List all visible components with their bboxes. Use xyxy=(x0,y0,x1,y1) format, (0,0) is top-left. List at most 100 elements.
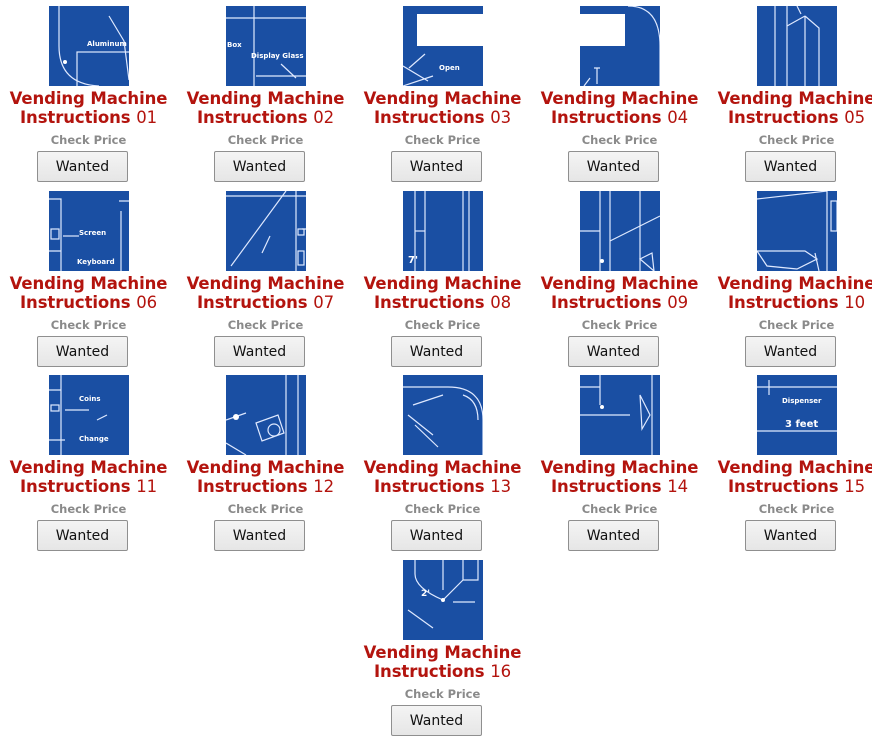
product-title[interactable]: Vending Machine Instructions 10 xyxy=(708,274,872,312)
product-title-line1[interactable]: Vending Machine xyxy=(187,274,345,293)
product-title-line1[interactable]: Vending Machine xyxy=(187,458,345,477)
product-title-line2[interactable]: Instructions 04 xyxy=(551,108,688,127)
wanted-button[interactable]: Wanted xyxy=(214,336,305,367)
product-title[interactable]: Vending Machine Instructions 07 xyxy=(177,274,354,312)
product-title-line2[interactable]: Instructions 13 xyxy=(374,477,511,496)
product-title-line1[interactable]: Vending Machine xyxy=(10,274,168,293)
blueprint-drawing: Box Display Glass xyxy=(226,6,306,86)
wanted-button[interactable]: Wanted xyxy=(568,520,659,551)
wanted-button[interactable]: Wanted xyxy=(37,336,128,367)
wanted-button[interactable]: Wanted xyxy=(37,520,128,551)
wanted-button[interactable]: Wanted xyxy=(745,520,836,551)
product-title-line2[interactable]: Instructions 05 xyxy=(728,108,865,127)
product-title-line2[interactable]: Instructions 11 xyxy=(20,477,157,496)
blueprint-thumbnail[interactable]: Dispenser 3 feet xyxy=(757,375,837,455)
product-title-line2[interactable]: Instructions 12 xyxy=(197,477,334,496)
blueprint-thumbnail[interactable]: Coins Change xyxy=(49,375,129,455)
product-number[interactable]: 10 xyxy=(844,293,865,312)
product-title-line1[interactable]: Vending Machine xyxy=(364,274,522,293)
product-title[interactable]: Vending Machine Instructions 11 xyxy=(0,458,177,496)
product-title[interactable]: Vending Machine Instructions 05 xyxy=(708,89,872,127)
wanted-button[interactable]: Wanted xyxy=(391,520,482,551)
product-number[interactable]: 08 xyxy=(490,293,511,312)
blueprint-thumbnail[interactable]: hine xyxy=(580,6,660,86)
product-number[interactable]: 12 xyxy=(313,477,334,496)
blueprint-thumbnail[interactable] xyxy=(757,191,837,271)
product-title[interactable]: Vending Machine Instructions 04 xyxy=(531,89,708,127)
product-title[interactable]: Vending Machine Instructions 14 xyxy=(531,458,708,496)
product-title-line1[interactable]: Vending Machine xyxy=(10,458,168,477)
product-title-line2[interactable]: Instructions 07 xyxy=(197,293,334,312)
wanted-button[interactable]: Wanted xyxy=(391,705,482,736)
product-title-line2[interactable]: Instructions 10 xyxy=(728,293,865,312)
product-title-line1[interactable]: Vending Machine xyxy=(718,274,872,293)
wanted-button[interactable]: Wanted xyxy=(391,336,482,367)
wanted-button[interactable]: Wanted xyxy=(37,151,128,182)
product-title-line1[interactable]: Vending Machine xyxy=(718,458,872,477)
product-number[interactable]: 07 xyxy=(313,293,334,312)
product-title-line1[interactable]: Vending Machine xyxy=(541,89,699,108)
product-number[interactable]: 06 xyxy=(136,293,157,312)
wanted-button[interactable]: Wanted xyxy=(745,336,836,367)
wanted-button[interactable]: Wanted xyxy=(391,151,482,182)
blueprint-thumbnail[interactable] xyxy=(580,191,660,271)
product-number[interactable]: 05 xyxy=(844,108,865,127)
product-number[interactable]: 16 xyxy=(490,662,511,681)
blueprint-thumbnail[interactable]: Aluminum xyxy=(49,6,129,86)
product-number[interactable]: 14 xyxy=(667,477,688,496)
wanted-button[interactable]: Wanted xyxy=(568,336,659,367)
product-title-line2[interactable]: Instructions 14 xyxy=(551,477,688,496)
product-number[interactable]: 13 xyxy=(490,477,511,496)
product-title-line1[interactable]: Vending Machine xyxy=(541,458,699,477)
check-price-label: Check Price xyxy=(758,133,835,147)
product-number[interactable]: 02 xyxy=(313,108,334,127)
product-title[interactable]: Vending Machine Instructions 12 xyxy=(177,458,354,496)
product-number[interactable]: 03 xyxy=(490,108,511,127)
product-number[interactable]: 09 xyxy=(667,293,688,312)
blueprint-thumbnail[interactable] xyxy=(226,191,306,271)
wanted-button[interactable]: Wanted xyxy=(214,151,305,182)
product-title-line2[interactable]: Instructions 15 xyxy=(728,477,865,496)
product-title-line1[interactable]: Vending Machine xyxy=(541,274,699,293)
blueprint-drawing xyxy=(226,375,299,455)
product-title-line2[interactable]: Instructions 03 xyxy=(374,108,511,127)
product-title[interactable]: Vending Machine Instructions 09 xyxy=(531,274,708,312)
blueprint-thumbnail[interactable]: 2' xyxy=(403,560,483,640)
product-title[interactable]: Vending Machine Instructions 15 xyxy=(708,458,872,496)
product-number[interactable]: 04 xyxy=(667,108,688,127)
product-title-line1[interactable]: Vending Machine xyxy=(187,89,345,108)
product-title-line2[interactable]: Instructions 01 xyxy=(20,108,157,127)
blueprint-thumbnail[interactable] xyxy=(226,375,306,455)
product-title-line1[interactable]: Vending Machine xyxy=(364,89,522,108)
blueprint-thumbnail[interactable]: BLUEPRINT Vending Mach Open xyxy=(403,6,483,86)
blueprint-thumbnail[interactable] xyxy=(757,6,837,86)
product-title[interactable]: Vending Machine Instructions 03 xyxy=(354,89,531,127)
product-number[interactable]: 11 xyxy=(136,477,157,496)
product-title-line1[interactable]: Vending Machine xyxy=(364,643,522,662)
product-number[interactable]: 15 xyxy=(844,477,865,496)
product-title-line1[interactable]: Vending Machine xyxy=(10,89,168,108)
wanted-button[interactable]: Wanted xyxy=(568,151,659,182)
product-title[interactable]: Vending Machine Instructions 02 xyxy=(177,89,354,127)
product-title[interactable]: Vending Machine Instructions 06 xyxy=(0,274,177,312)
product-title[interactable]: Vending Machine Instructions 08 xyxy=(354,274,531,312)
product-title-line2[interactable]: Instructions 02 xyxy=(197,108,334,127)
product-title-line2[interactable]: Instructions 08 xyxy=(374,293,511,312)
blueprint-thumbnail[interactable]: Screen Keyboard xyxy=(49,191,129,271)
blueprint-thumbnail[interactable] xyxy=(580,375,660,455)
product-title-line2[interactable]: Instructions 16 xyxy=(374,662,511,681)
product-title-line1[interactable]: Vending Machine xyxy=(364,458,522,477)
wanted-button[interactable]: Wanted xyxy=(745,151,836,182)
product-title[interactable]: Vending Machine Instructions 13 xyxy=(354,458,531,496)
blueprint-thumbnail[interactable]: Box Display Glass xyxy=(226,6,306,86)
product-title[interactable]: Vending Machine Instructions 16 xyxy=(354,643,531,681)
wanted-button[interactable]: Wanted xyxy=(214,520,305,551)
product-number[interactable]: 01 xyxy=(136,108,157,127)
check-price-label: Check Price xyxy=(581,502,658,516)
product-title-line2[interactable]: Instructions 09 xyxy=(551,293,688,312)
product-title-line2[interactable]: Instructions 06 xyxy=(20,293,157,312)
product-title[interactable]: Vending Machine Instructions 01 xyxy=(0,89,177,127)
blueprint-thumbnail[interactable]: 7' xyxy=(403,191,483,271)
blueprint-thumbnail[interactable] xyxy=(403,375,483,455)
product-title-line1[interactable]: Vending Machine xyxy=(718,89,872,108)
